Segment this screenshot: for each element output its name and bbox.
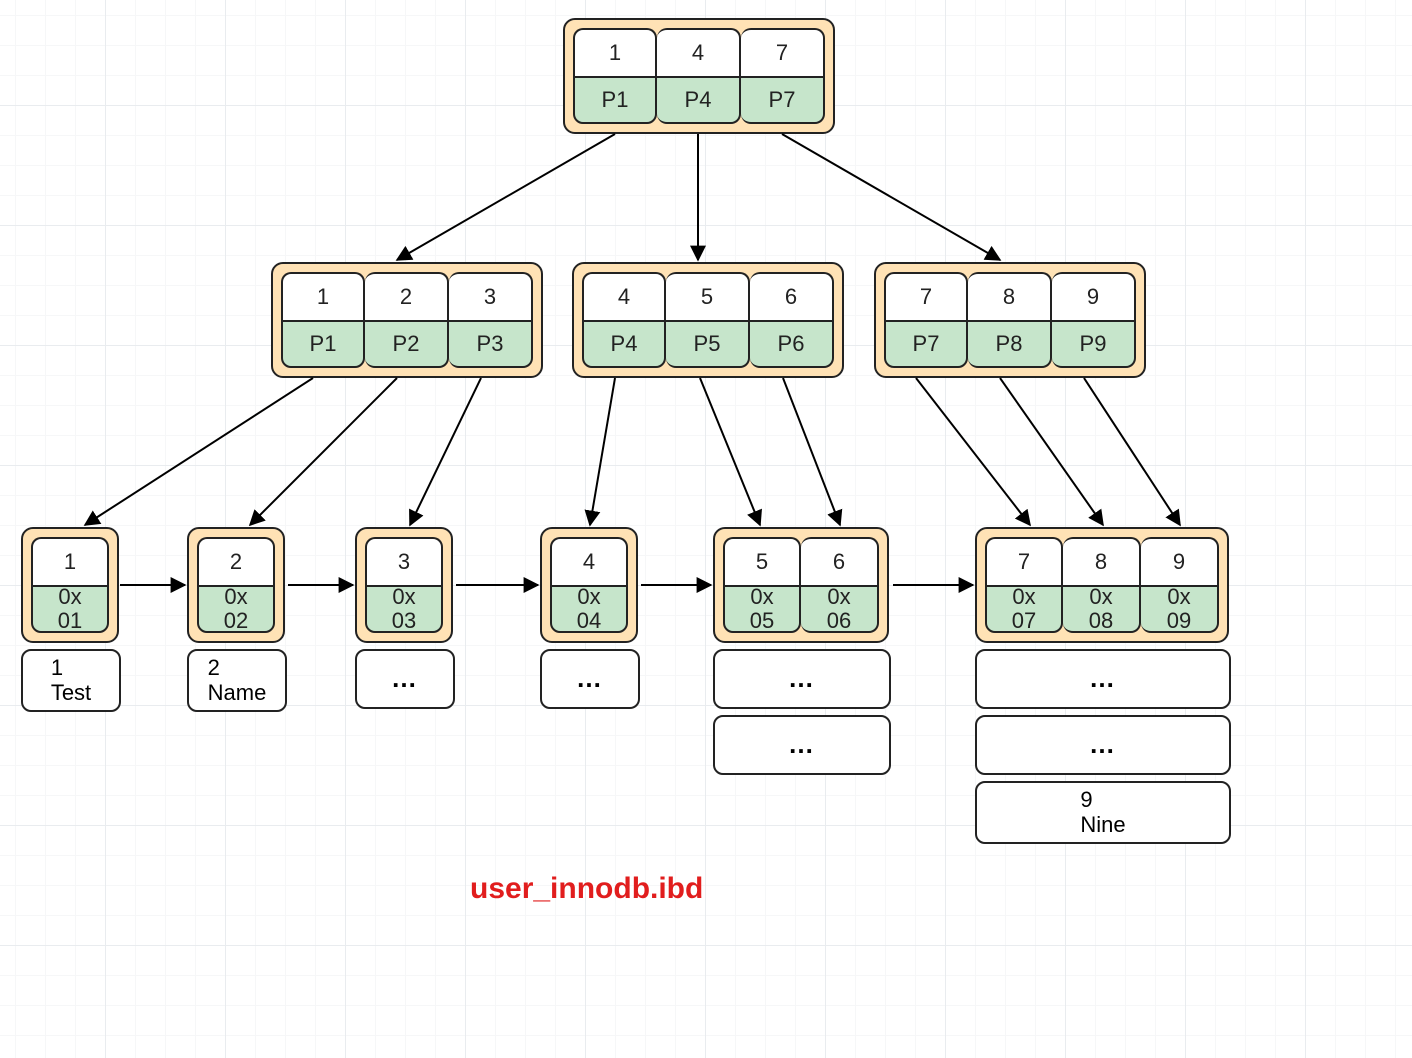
mid-ptr-cell: P6 xyxy=(750,320,834,368)
leaf-wrap-2: 20x02 2Name xyxy=(187,527,287,712)
mid-key-cell: 2 xyxy=(365,272,449,320)
leaf-key-cell: 1 xyxy=(31,537,109,585)
leaf-val-cell: 0x03 xyxy=(365,585,443,633)
mid-key-cell: 5 xyxy=(666,272,750,320)
data-row: … xyxy=(975,715,1231,775)
data-row: … xyxy=(975,649,1231,709)
mid-key-cell: 4 xyxy=(582,272,666,320)
leaf-val-cell: 0x07 xyxy=(985,585,1063,633)
diagram-caption: user_innodb.ibd xyxy=(470,872,703,906)
data-row: 1Test xyxy=(21,649,121,712)
mid-ptr-cell: P3 xyxy=(449,320,533,368)
btree-mid-node-2: 4P4 5P5 6P6 xyxy=(572,262,844,378)
leaf-key-cell: 6 xyxy=(801,537,879,585)
mid-key-cell: 3 xyxy=(449,272,533,320)
btree-leaf-node: 10x01 xyxy=(21,527,119,643)
btree-leaf-node: 20x02 xyxy=(187,527,285,643)
leaf-key-cell: 7 xyxy=(985,537,1063,585)
leaf-wrap-4: 40x04 … xyxy=(540,527,640,709)
mid-ptr-cell: P8 xyxy=(968,320,1052,368)
data-row: … xyxy=(713,649,891,709)
leaf-val-cell: 0x04 xyxy=(550,585,628,633)
leaf-val-cell: 0x09 xyxy=(1141,585,1219,633)
btree-leaf-node: 30x03 xyxy=(355,527,453,643)
data-row: … xyxy=(713,715,891,775)
leaf-key-cell: 8 xyxy=(1063,537,1141,585)
btree-root-node: 1 P1 4 P4 7 P7 xyxy=(563,18,835,134)
leaf-val-cell: 0x05 xyxy=(723,585,801,633)
mid-key-cell: 8 xyxy=(968,272,1052,320)
leaf-key-cell: 5 xyxy=(723,537,801,585)
btree-leaf-node: 70x07 80x08 90x09 xyxy=(975,527,1229,643)
mid-ptr-cell: P5 xyxy=(666,320,750,368)
btree-mid-node-1: 1P1 2P2 3P3 xyxy=(271,262,543,378)
btree-mid-node-3: 7P7 8P8 9P9 xyxy=(874,262,1146,378)
diagram-stage: 1 P1 4 P4 7 P7 1P1 2P2 3P3 4P4 5P5 6P6 7… xyxy=(0,0,1412,1058)
data-row: 2Name xyxy=(187,649,287,712)
leaf-wrap-1: 10x01 1Test xyxy=(21,527,121,712)
root-ptr-cell: P7 xyxy=(741,76,825,124)
root-ptr-cell: P1 xyxy=(573,76,657,124)
root-ptr-cell: P4 xyxy=(657,76,741,124)
data-row: 9Nine xyxy=(975,781,1231,844)
leaf-wrap-3: 30x03 … xyxy=(355,527,455,709)
leaf-key-cell: 4 xyxy=(550,537,628,585)
leaf-val-cell: 0x06 xyxy=(801,585,879,633)
mid-key-cell: 9 xyxy=(1052,272,1136,320)
leaf-wrap-6: 70x07 80x08 90x09 … … 9Nine xyxy=(975,527,1231,844)
mid-key-cell: 6 xyxy=(750,272,834,320)
mid-ptr-cell: P1 xyxy=(281,320,365,368)
mid-key-cell: 1 xyxy=(281,272,365,320)
leaf-val-cell: 0x08 xyxy=(1063,585,1141,633)
leaf-key-cell: 9 xyxy=(1141,537,1219,585)
leaf-val-cell: 0x01 xyxy=(31,585,109,633)
mid-key-cell: 7 xyxy=(884,272,968,320)
root-key-cell: 7 xyxy=(741,28,825,76)
data-row: … xyxy=(355,649,455,709)
mid-ptr-cell: P9 xyxy=(1052,320,1136,368)
mid-ptr-cell: P2 xyxy=(365,320,449,368)
leaf-val-cell: 0x02 xyxy=(197,585,275,633)
leaf-key-cell: 2 xyxy=(197,537,275,585)
mid-ptr-cell: P7 xyxy=(884,320,968,368)
btree-leaf-node: 50x05 60x06 xyxy=(713,527,889,643)
data-row: … xyxy=(540,649,640,709)
mid-ptr-cell: P4 xyxy=(582,320,666,368)
btree-leaf-node: 40x04 xyxy=(540,527,638,643)
leaf-wrap-5: 50x05 60x06 … … xyxy=(713,527,891,775)
root-key-cell: 4 xyxy=(657,28,741,76)
root-key-cell: 1 xyxy=(573,28,657,76)
leaf-key-cell: 3 xyxy=(365,537,443,585)
